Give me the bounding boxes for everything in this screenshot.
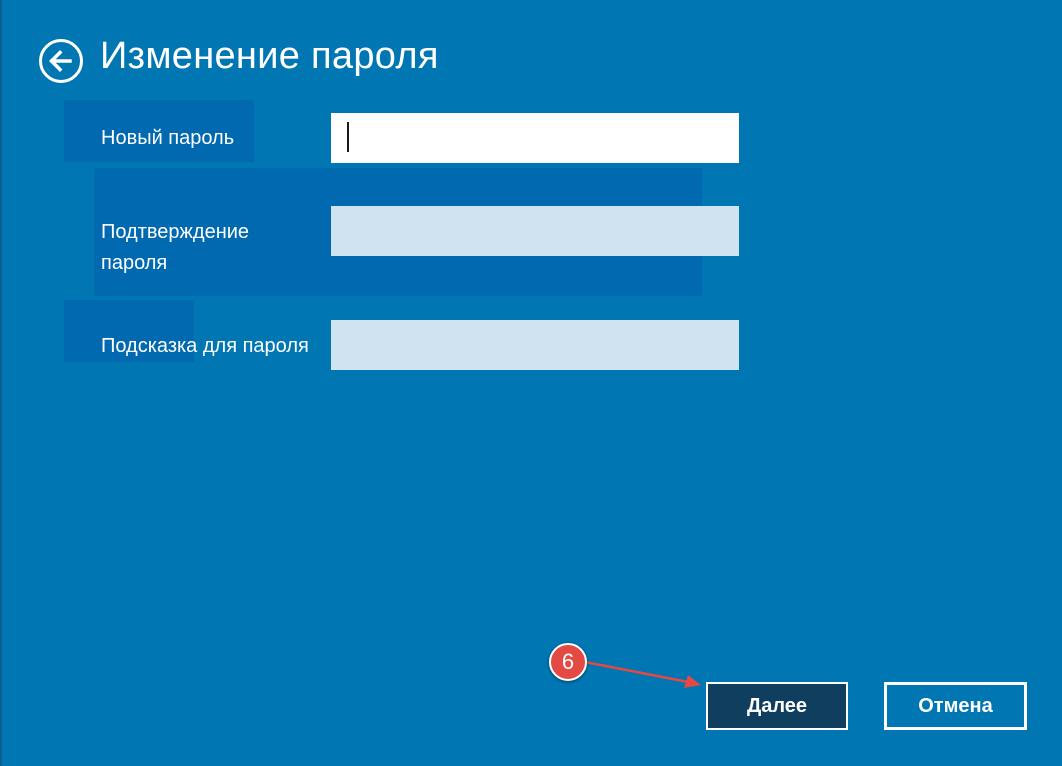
- password-hint-field[interactable]: [331, 320, 739, 370]
- new-password-label: Новый пароль: [101, 127, 235, 149]
- step-number-badge: 6: [549, 643, 587, 681]
- new-password-field[interactable]: [331, 113, 739, 163]
- cancel-button[interactable]: Отмена: [884, 682, 1027, 730]
- annotation-arrow: [584, 660, 701, 688]
- text-caret: [347, 122, 349, 152]
- page-title: Изменение пароля: [100, 35, 439, 77]
- back-button[interactable]: [38, 38, 84, 84]
- window-edge: [0, 0, 2, 766]
- confirm-password-label: Подтверждение пароля: [101, 221, 250, 274]
- confirm-password-field[interactable]: [331, 206, 739, 256]
- back-arrow-circle-icon: [39, 39, 83, 83]
- password-hint-label: Подсказка для пароля: [101, 335, 309, 357]
- next-button[interactable]: Далее: [706, 682, 848, 730]
